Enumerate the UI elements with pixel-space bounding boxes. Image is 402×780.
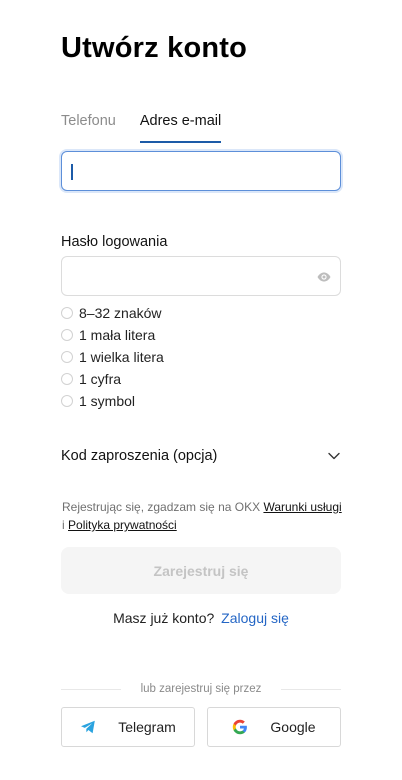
rule-uppercase: 1 wielka litera [61,346,164,368]
terms-prefix: Rejestrując się, zgadzam się na OKX [62,500,261,514]
rule-status-icon [61,307,73,319]
tab-phone[interactable]: Telefonu [61,113,116,143]
password-field[interactable] [62,257,340,295]
eye-icon[interactable] [316,269,332,285]
email-field[interactable] [62,152,340,190]
telegram-label: Telegram [118,719,176,735]
social-divider-text: lub zarejestruj się przez [140,683,262,695]
invite-code-label: Kod zaproszenia (opcja) [61,448,218,464]
divider-line-left [61,688,121,690]
rule-symbol: 1 symbol [61,390,164,412]
rule-status-icon [61,329,73,341]
password-rules: 8–32 znaków 1 mała litera 1 wielka liter… [61,302,164,412]
rule-status-icon [61,373,73,385]
password-label: Hasło logowania [61,234,168,250]
chevron-down-icon [327,449,341,463]
rule-label: 8–32 znaków [79,305,162,321]
privacy-policy-link[interactable]: Polityka prywatności [68,518,177,532]
terms-notice: Rejestrując się, zgadzam się na OKX Waru… [62,498,344,534]
login-prompt: Masz już konto? [113,610,215,626]
email-field-wrapper [61,151,341,191]
rule-label: 1 wielka litera [79,349,164,365]
google-label: Google [270,719,316,735]
telegram-icon [80,719,96,735]
signup-method-tabs: Telefonu Adres e-mail [61,113,245,143]
rule-status-icon [61,351,73,363]
register-button[interactable]: Zarejestruj się [61,547,341,594]
login-link[interactable]: Zaloguj się [221,610,289,626]
google-signup-button[interactable]: Google [207,707,341,747]
rule-length: 8–32 znaków [61,302,164,324]
terms-of-service-link[interactable]: Warunki usługi [263,500,341,514]
rule-lowercase: 1 mała litera [61,324,164,346]
google-icon [232,719,248,735]
rule-status-icon [61,395,73,407]
page-title: Utwórz konto [61,32,248,64]
rule-label: 1 mała litera [79,327,156,343]
rule-label: 1 symbol [79,393,136,409]
rule-digit: 1 cyfra [61,368,164,390]
rule-label: 1 cyfra [79,371,122,387]
invite-code-toggle[interactable]: Kod zaproszenia (opcja) [61,440,341,472]
tab-email[interactable]: Adres e-mail [139,113,222,143]
text-caret [71,164,73,180]
terms-separator: i [62,518,65,532]
password-field-wrapper [61,256,341,296]
divider-line-right [281,688,341,690]
social-divider: lub zarejestruj się przez [61,681,341,697]
login-prompt-row: Masz już konto? Zaloguj się [0,610,402,626]
telegram-signup-button[interactable]: Telegram [61,707,195,747]
